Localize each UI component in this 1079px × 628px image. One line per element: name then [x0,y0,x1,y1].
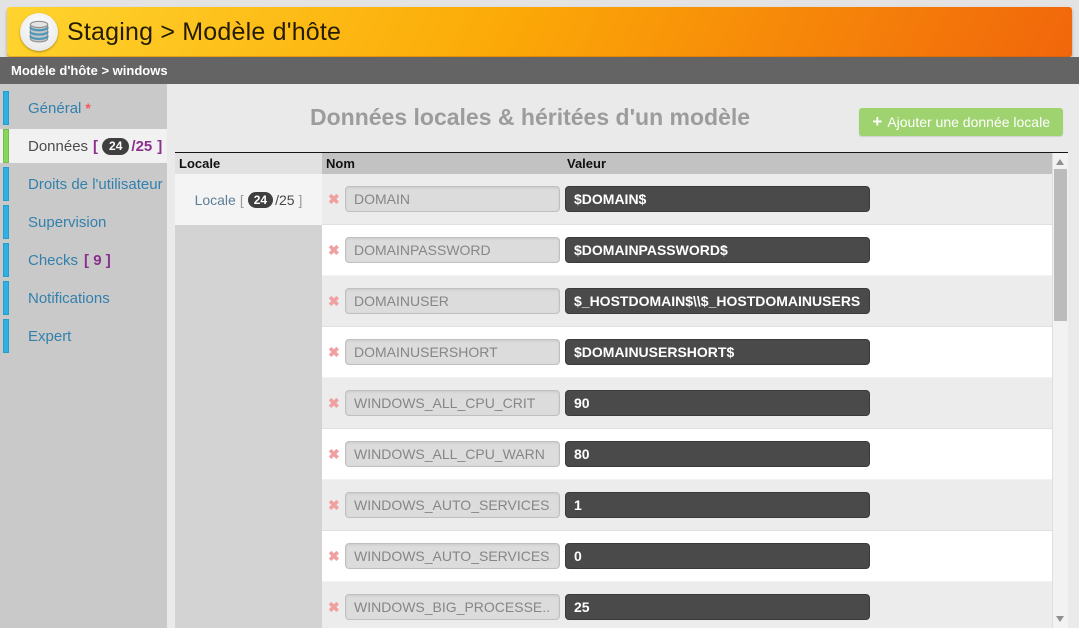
variables-table: Locale Nom Valeur Locale [ 24 /25 ] [175,152,1068,628]
delete-row-icon[interactable]: ✖ [328,394,340,412]
breadcrumb: Modèle d'hôte > windows [0,57,1079,84]
variable-name-input[interactable] [345,237,560,263]
table-header-row: Locale Nom Valeur [175,153,1052,174]
variable-name-input[interactable] [345,492,560,518]
breadcrumb-text: Modèle d'hôte > windows [0,63,168,78]
required-marker: * [85,100,90,116]
scroll-up-arrow-icon[interactable] [1056,159,1064,165]
delete-row-icon[interactable]: ✖ [328,343,340,361]
scrollbar-thumb[interactable] [1054,169,1067,321]
variable-name-input[interactable] [345,186,560,212]
sidebar-item-donnees[interactable]: Données [ 24 /25 ] [0,129,167,163]
vertical-scrollbar[interactable] [1052,153,1068,628]
table-row: ✖ [322,327,1052,378]
table-row: ✖ [322,174,1052,225]
sidebar-item-label: Notifications [28,290,110,307]
count-total: /25 [131,138,152,155]
add-local-data-button[interactable]: + Ajouter une donnée locale [859,108,1063,136]
count-bracket-close: ] [299,192,303,208]
host-template-page: { "header": { "title": "Staging > Modèle… [0,0,1079,628]
sidebar-item-supervision[interactable]: Supervision [0,205,167,239]
table-row: ✖ [322,480,1052,531]
checks-count: [ 9 ] [84,252,111,269]
variable-name-input[interactable] [345,390,560,416]
sidebar-item-droits-utilisateur[interactable]: Droits de l'utilisateur [0,167,167,201]
delete-row-icon[interactable]: ✖ [328,190,340,208]
rows-column: ✖ ✖ ✖ ✖ [322,174,1052,628]
count-total: /25 [275,192,294,208]
variable-value-input[interactable] [565,186,870,212]
variable-value-input[interactable] [565,543,870,569]
variable-value-input[interactable] [565,390,870,416]
sidebar-item-label: Données [28,138,88,155]
delete-row-icon[interactable]: ✖ [328,496,340,514]
tab-indicator-bar [3,167,9,201]
plus-icon: + [872,108,882,136]
column-header-valeur: Valeur [563,153,1052,174]
app-header: Staging > Modèle d'hôte [7,7,1072,57]
app-logo[interactable] [20,13,58,51]
sidebar-item-label: Général [28,100,81,117]
variable-value-input[interactable] [565,339,870,365]
count-bracket-open: [ [240,192,244,208]
sidebar-item-label: Expert [28,328,71,345]
delete-row-icon[interactable]: ✖ [328,547,340,565]
sidebar-item-label: Supervision [28,214,106,231]
variable-name-input[interactable] [345,594,560,620]
sidebar-item-general[interactable]: Général * [0,91,167,125]
locale-label: Locale [195,192,236,208]
count-badge: 24 [102,138,129,155]
variable-name-input[interactable] [345,543,560,569]
tab-indicator-bar [3,243,9,277]
table-row: ✖ [322,582,1052,628]
content-panel: Données locales & héritées d'un modèle +… [167,84,1079,628]
sidebar-item-notifications[interactable]: Notifications [0,281,167,315]
table-body: Locale [ 24 /25 ] ✖ ✖ [175,174,1052,628]
section-title: Données locales & héritées d'un modèle [310,104,750,131]
variable-name-input[interactable] [345,288,560,314]
database-icon [26,19,52,45]
table-row: ✖ [322,276,1052,327]
tab-indicator-bar [3,205,9,239]
locale-column: Locale [ 24 /25 ] [175,174,322,628]
scroll-down-arrow-icon[interactable] [1056,616,1064,622]
count-bracket-open: [ [93,138,98,155]
page-title: Staging > Modèle d'hôte [67,7,341,57]
variable-name-input[interactable] [345,339,560,365]
delete-row-icon[interactable]: ✖ [328,445,340,463]
variable-value-input[interactable] [565,288,870,314]
table-row: ✖ [322,429,1052,480]
delete-row-icon[interactable]: ✖ [328,241,340,259]
variable-value-input[interactable] [565,237,870,263]
sidebar-item-label: Droits de l'utilisateur [28,176,163,193]
table-row: ✖ [322,378,1052,429]
tab-indicator-bar [3,281,9,315]
variable-value-input[interactable] [565,492,870,518]
locale-group-cell: Locale [ 24 /25 ] [175,174,322,225]
sidebar-item-checks[interactable]: Checks [ 9 ] [0,243,167,277]
tab-indicator-bar [3,319,9,353]
delete-row-icon[interactable]: ✖ [328,598,340,616]
variable-value-input[interactable] [565,441,870,467]
main-layout: Général * Données [ 24 /25 ] Droits de l… [0,84,1079,628]
add-button-label: Ajouter une donnée locale [887,108,1050,136]
delete-row-icon[interactable]: ✖ [328,292,340,310]
sidebar: Général * Données [ 24 /25 ] Droits de l… [0,84,167,628]
table-row: ✖ [322,225,1052,276]
sidebar-item-label: Checks [28,252,78,269]
tab-indicator-bar [3,91,9,125]
table-row: ✖ [322,531,1052,582]
sidebar-item-expert[interactable]: Expert [0,319,167,353]
column-header-locale: Locale [175,153,322,174]
variable-value-input[interactable] [565,594,870,620]
count-bracket-close: ] [157,138,162,155]
column-header-nom: Nom [322,153,563,174]
tab-indicator-bar [3,129,9,163]
count-badge: 24 [248,192,273,208]
variable-name-input[interactable] [345,441,560,467]
